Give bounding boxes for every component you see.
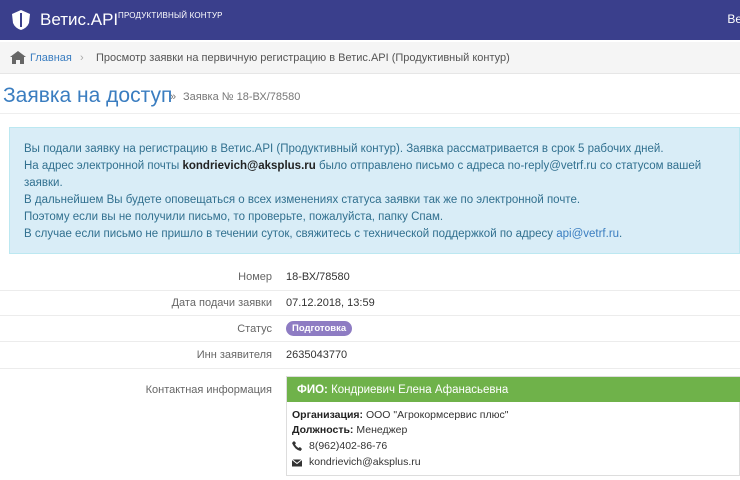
page-title: Заявка на доступ [3, 84, 173, 107]
breadcrumb-current: Просмотр заявки на первичную регистрацию… [96, 52, 510, 64]
contact-card: ФИО: Кондриевич Елена Афанасьевна Органи… [286, 376, 740, 476]
info-alert: Вы подали заявку на регистрацию в Ветис.… [9, 127, 740, 254]
title-divider [0, 113, 740, 114]
brand-name[interactable]: Ветис.API [40, 10, 118, 30]
alert-line: В случае если письмо не пришло в течении… [24, 228, 623, 240]
contact-phone: 8(962)402-86-76 [309, 440, 388, 452]
shield-logo-icon [12, 10, 30, 30]
home-icon [10, 51, 26, 64]
number-value: 18-ВХ/78580 [286, 271, 350, 283]
contact-position: Должность: Менеджер [292, 424, 408, 436]
inn-value: 2635043770 [286, 349, 348, 361]
page-subtitle: Заявка № 18-ВХ/78580 [183, 91, 301, 103]
status-label: Статус [237, 323, 272, 335]
top-navbar: Ветис.API ПРОДУКТИВНЫЙ КОНТУР Ве [0, 0, 740, 40]
breadcrumb-home-link[interactable]: Главная [30, 51, 72, 65]
row-divider [0, 341, 740, 342]
breadcrumb: Главная › Просмотр заявки на первичную р… [0, 42, 740, 74]
envelope-icon [292, 459, 302, 467]
alert-line: Поэтому если вы не получили письмо, то п… [24, 211, 444, 223]
alert-line: заявки. [24, 177, 63, 189]
contact-email[interactable]: kondrievich@aksplus.ru [309, 456, 421, 469]
contact-card-header: ФИО: Кондриевич Елена Афанасьевна [287, 377, 740, 402]
contact-organization: Организация: ООО "Агрокормсервис плюс" [292, 409, 509, 421]
inn-label: Инн заявителя [196, 349, 272, 361]
title-separator: » [170, 91, 177, 103]
breadcrumb-separator: › [80, 52, 84, 64]
contact-fio: ФИО: Кондриевич Елена Афанасьевна [297, 384, 509, 396]
support-email-link[interactable]: api@vetrf.ru [556, 228, 619, 240]
date-value: 07.12.2018, 13:59 [286, 297, 375, 309]
phone-icon [292, 441, 302, 451]
brand-subtitle: ПРОДУКТИВНЫЙ КОНТУР [118, 11, 223, 20]
user-menu[interactable]: Ве [727, 12, 740, 26]
row-divider [0, 290, 740, 291]
date-label: Дата подачи заявки [171, 297, 272, 309]
alert-line: На адрес электронной почты kondrievich@a… [24, 160, 702, 172]
row-divider [0, 368, 740, 369]
alert-email: kondrievich@aksplus.ru [182, 160, 316, 172]
row-divider [0, 315, 740, 316]
status-badge: Подготовка [286, 321, 353, 336]
number-label: Номер [238, 271, 272, 283]
alert-line: В дальнейшем Вы будете оповещаться о все… [24, 194, 581, 206]
alert-line: Вы подали заявку на регистрацию в Ветис.… [24, 143, 664, 155]
contact-label: Контактная информация [145, 384, 272, 396]
